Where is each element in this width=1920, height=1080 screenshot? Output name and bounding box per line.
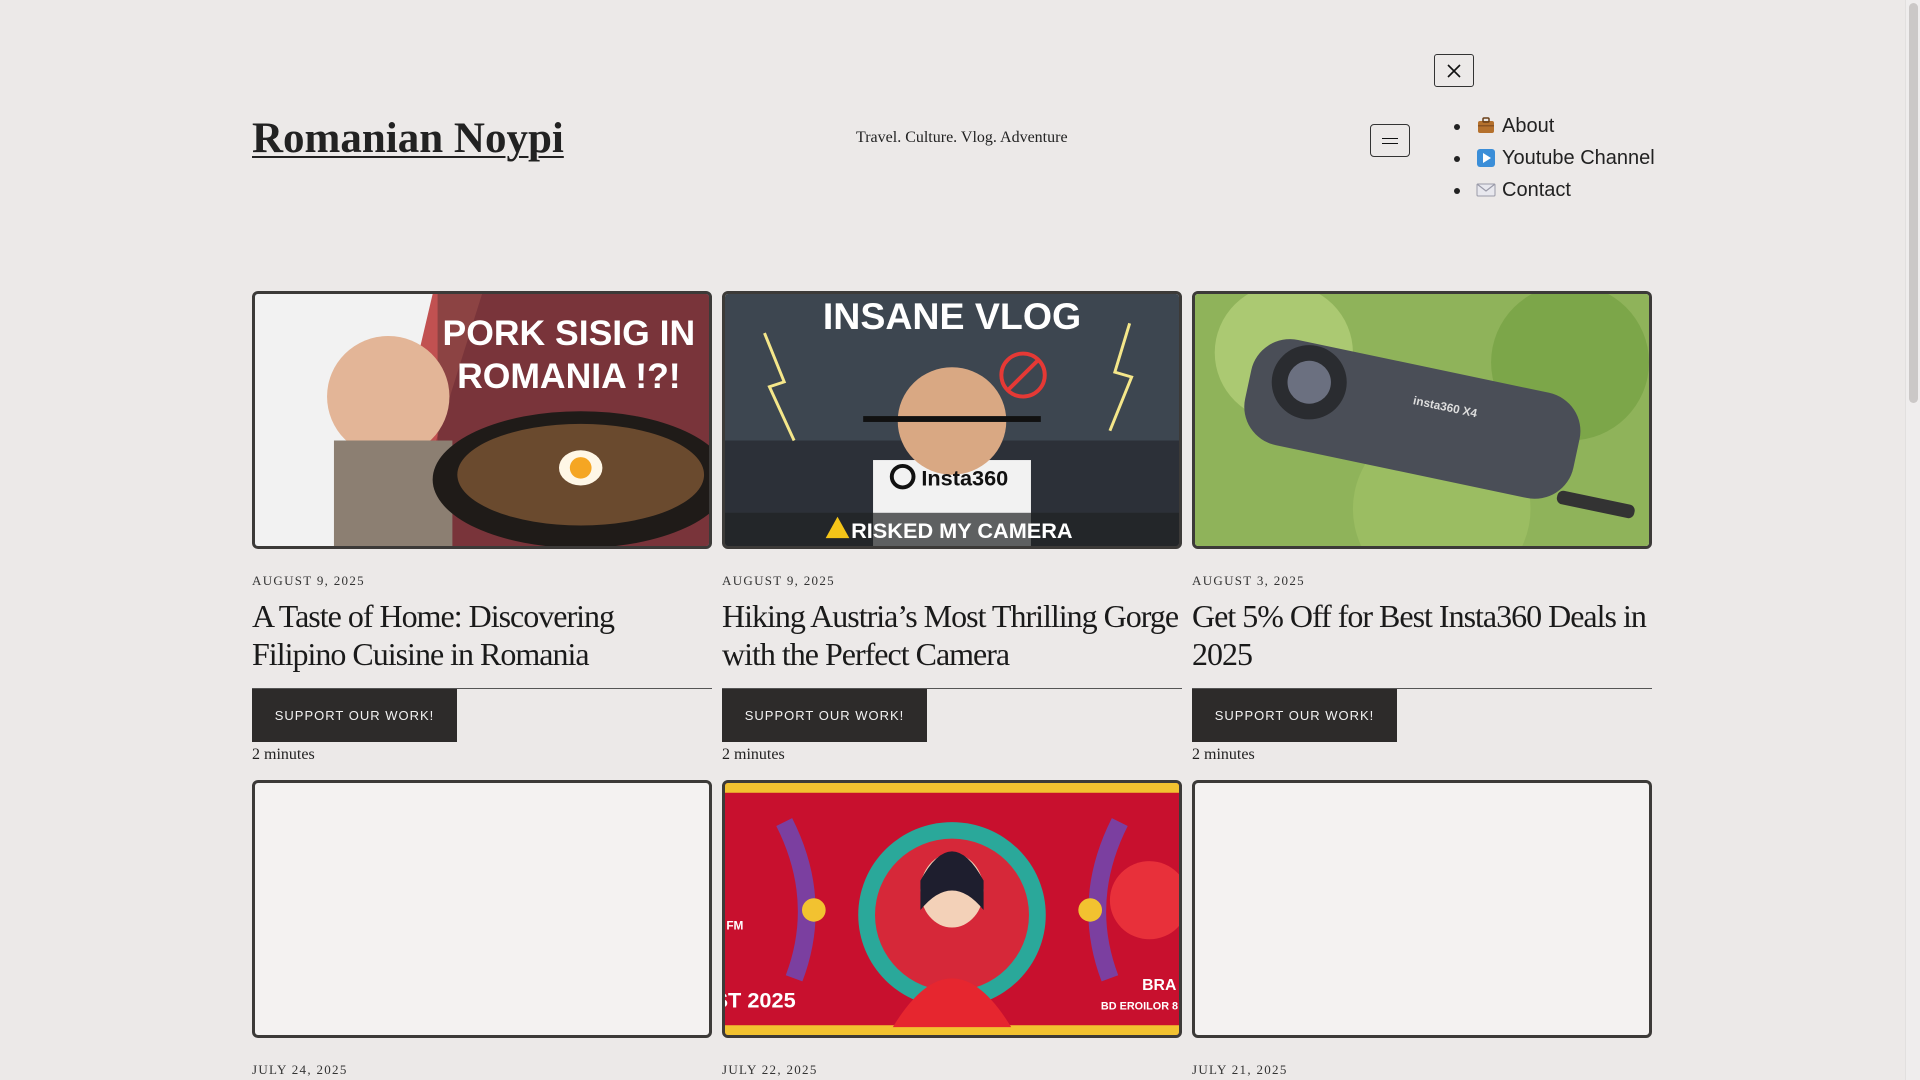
envelope-icon [1476,180,1496,200]
post-thumbnail[interactable]: PORK SISIG IN ROMANIA !?! [252,291,712,549]
read-time: 2 minutes [1192,746,1255,763]
scrollbar[interactable] [1905,0,1920,1080]
post-title[interactable]: Get 5% Off for Best Insta360 Deals in 20… [1192,597,1652,673]
post-thumbnail[interactable]: ST 2025 BRA BD EROILOR 8 FM [722,780,1182,1038]
thumb-text: ST 2025 [725,988,796,1013]
post-thumbnail[interactable] [252,780,712,1038]
post-title[interactable]: Hiking Austria’s Most Thrilling Gorge wi… [722,597,1182,673]
briefcase-icon [1476,116,1496,136]
post-date: July 22, 2025 [722,1062,818,1077]
site-title[interactable]: Romanian Noypi [252,114,564,163]
post-date: August 9, 2025 [722,573,835,588]
play-button-icon [1476,148,1496,168]
nav-item-label[interactable]: About [1502,115,1554,138]
support-button[interactable]: SUPPORT OUR WORK! [722,689,927,742]
support-button[interactable]: SUPPORT OUR WORK! [252,689,457,742]
read-time: 2 minutes [722,746,785,763]
thumb-text: BRA [1142,977,1176,994]
post-date: July 24, 2025 [252,1062,348,1077]
site-tagline: Travel. Culture. Vlog. Adventure [856,129,1068,146]
thumb-text: INSANE VLOG [823,295,1081,337]
post-date: August 3, 2025 [1192,573,1305,588]
hamburger-icon [1382,137,1398,144]
nav-menu: About Youtube Channel Contact [1454,110,1655,206]
post-thumbnail[interactable]: insta360 X4 [1192,291,1652,549]
thumb-text: PORK SISIG IN [443,314,696,353]
menu-button[interactable] [1370,124,1410,157]
read-time: 2 minutes [252,746,315,763]
thumb-text: ROMANIA !?! [457,357,681,396]
nav-item-youtube-channel[interactable]: Youtube Channel [1454,142,1655,174]
thumb-text: Insta360 [921,466,1008,491]
post-thumbnail[interactable]: INSANE VLOG Insta360 RISKED MY CAMERA [722,291,1182,549]
thumb-text: RISKED MY CAMERA [851,518,1073,543]
thumb-text: FM [726,920,743,933]
post-date: July 21, 2025 [1192,1062,1288,1077]
close-menu-button[interactable] [1434,54,1474,87]
thumb-text: BD EROILOR 8 [1101,1001,1178,1013]
nav-item-label[interactable]: Contact [1502,179,1571,202]
nav-item-label[interactable]: Youtube Channel [1502,147,1655,170]
post-date: August 9, 2025 [252,573,365,588]
nav-item-contact[interactable]: Contact [1454,174,1655,206]
post-thumbnail[interactable] [1192,780,1652,1038]
post-title[interactable]: A Taste of Home: Discovering Filipino Cu… [252,597,712,673]
close-icon [1447,63,1461,78]
support-button[interactable]: SUPPORT OUR WORK! [1192,689,1397,742]
scrollbar-thumb[interactable] [1909,3,1918,403]
nav-item-about[interactable]: About [1454,110,1655,142]
